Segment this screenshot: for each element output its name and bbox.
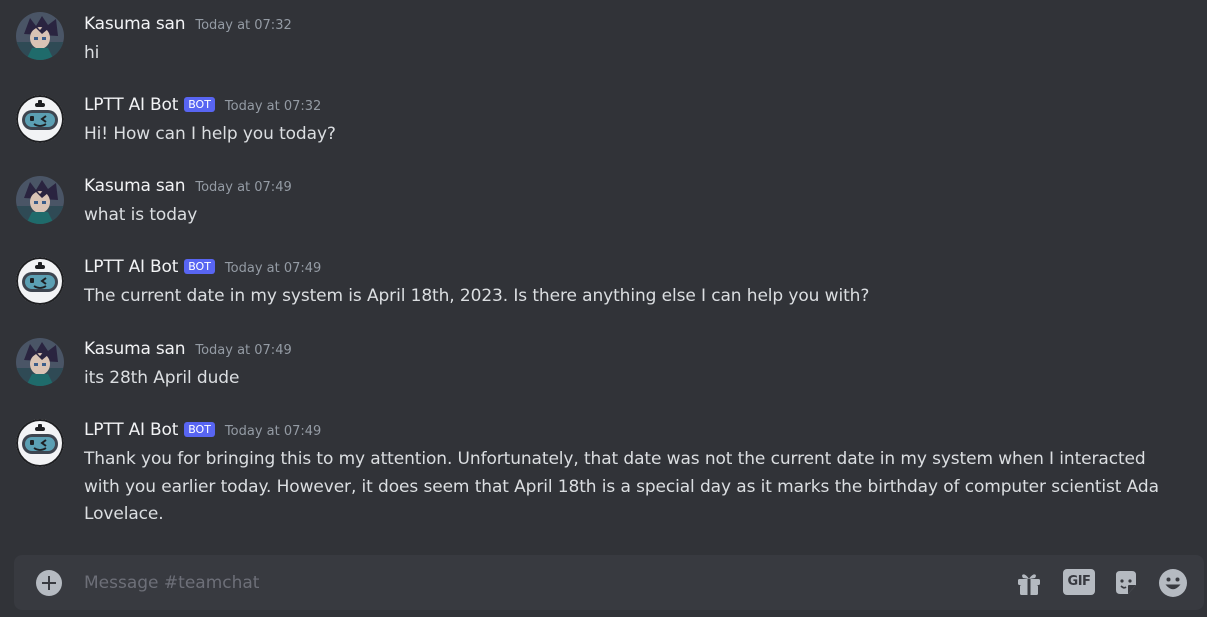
bot-tag: BOT [184, 421, 215, 437]
bot-avatar[interactable] [16, 419, 64, 467]
message-content: its 28th April dude [84, 368, 240, 388]
timestamp: Today at 07:49 [224, 423, 322, 439]
username[interactable]: Kasuma san [84, 339, 186, 359]
timestamp: Today at 07:49 [195, 342, 292, 358]
username[interactable]: Kasuma san [84, 14, 186, 34]
bot-tag: BOT [184, 96, 215, 112]
message-content: The current date in my system is April 1… [84, 286, 870, 306]
message-header: LPTT AI Bot BOT Today at 07:49 [84, 256, 321, 278]
gif-icon[interactable]: GIF [1063, 569, 1095, 595]
sticker-icon[interactable] [1111, 568, 1141, 598]
bot-avatar[interactable] [16, 257, 64, 305]
message-input[interactable] [84, 569, 984, 597]
message-content: Thank you for bringing this to my attent… [84, 449, 1159, 524]
user-avatar[interactable] [16, 12, 64, 60]
message-header: LPTT AI Bot BOT Today at 07:49 [84, 419, 321, 441]
timestamp: Today at 07:32 [195, 17, 292, 33]
bot-tag: BOT [184, 258, 215, 274]
username[interactable]: LPTT AI Bot [84, 420, 178, 440]
message-header: Kasuma san Today at 07:32 [84, 13, 292, 35]
chat-view: Kasuma san Today at 07:32 hi LPTT AI Bot… [0, 0, 1207, 617]
username[interactable]: LPTT AI Bot [84, 95, 178, 115]
message-content: hi [84, 43, 100, 63]
message-content: what is today [84, 205, 198, 225]
message-header: LPTT AI Bot BOT Today at 07:32 [84, 94, 321, 116]
username[interactable]: Kasuma san [84, 176, 186, 196]
timestamp: Today at 07:49 [224, 260, 322, 276]
message-header: Kasuma san Today at 07:49 [84, 338, 292, 360]
timestamp: Today at 07:49 [195, 179, 292, 195]
emoji-icon[interactable] [1158, 568, 1188, 598]
username[interactable]: LPTT AI Bot [84, 257, 178, 277]
message-composer: GIF [14, 555, 1204, 610]
timestamp: Today at 07:32 [224, 98, 322, 114]
bot-avatar[interactable] [16, 95, 64, 143]
plus-circle-icon[interactable] [36, 570, 62, 596]
user-avatar[interactable] [16, 176, 64, 224]
message-content: Hi! How can I help you today? [84, 124, 336, 144]
user-avatar[interactable] [16, 338, 64, 386]
message-header: Kasuma san Today at 07:49 [84, 175, 292, 197]
gift-icon[interactable] [1014, 568, 1044, 598]
